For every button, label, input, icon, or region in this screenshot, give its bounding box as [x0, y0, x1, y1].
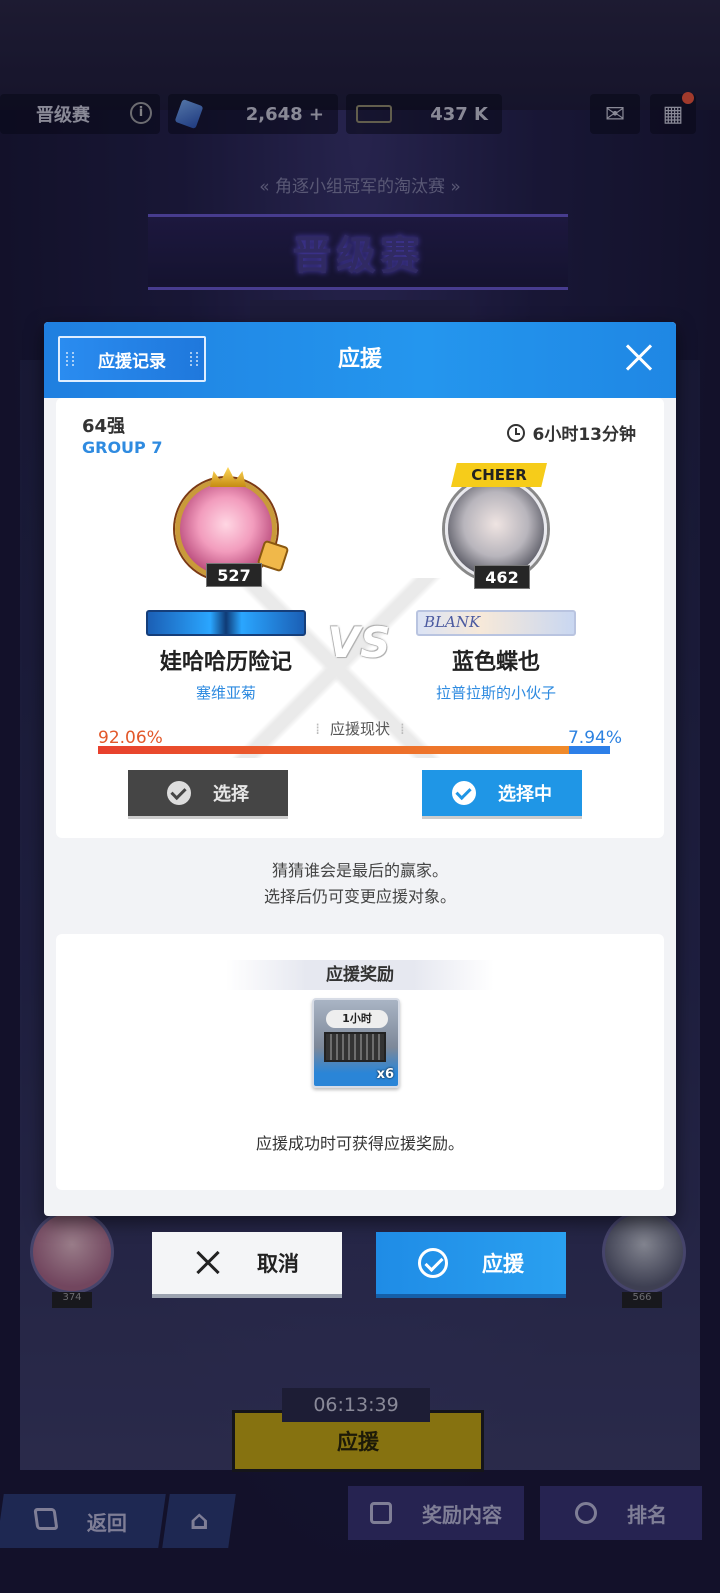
- select-right-button[interactable]: 选择中: [422, 770, 582, 816]
- cheer-confirm-button[interactable]: 应援: [376, 1232, 566, 1294]
- right-player-guild: 拉普拉斯的小伙子: [435, 684, 556, 702]
- check-icon: [452, 781, 476, 805]
- right-player-level-badge: 462: [474, 565, 530, 589]
- right-percent: 7.94%: [567, 728, 622, 748]
- cheer-tag: CHEER: [451, 463, 547, 487]
- modal-header: 应援 应援记录: [44, 322, 676, 398]
- alarm-clock-icon: [506, 423, 525, 442]
- left-player-name: 娃哈哈历险记: [159, 650, 292, 675]
- cheer-ratio-fill: [98, 746, 570, 754]
- right-player[interactable]: CHEER 462 BLANK 蓝色蝶也 拉普拉斯的小伙子: [386, 463, 606, 703]
- cancel-button[interactable]: 取消: [152, 1232, 342, 1294]
- left-player-portrait: 527: [175, 467, 290, 587]
- reward-quantity: x6: [376, 1067, 394, 1082]
- left-player-level-badge: 527: [206, 563, 262, 587]
- check-circle-icon: [418, 1248, 448, 1278]
- cheer-record-button[interactable]: 应援记录: [58, 336, 206, 382]
- group-label: GROUP 7: [82, 438, 163, 457]
- round-label: 64强: [82, 416, 126, 437]
- left-player-guild: 塞维亚菊: [195, 684, 256, 702]
- reward-card: 应援奖励 1小时 x6 应援成功时可获得应援奖励。: [56, 934, 664, 1190]
- reward-duration: 1小时: [326, 1010, 388, 1028]
- select-left-button[interactable]: 选择: [128, 770, 288, 816]
- time-remaining: 6小时13分钟: [506, 420, 636, 445]
- hint-text: 猜猜谁会是最后的赢家。 选择后仍可变更应援对象。: [263, 861, 456, 906]
- supply-case-icon: [324, 1032, 386, 1062]
- left-player[interactable]: 527 娃哈哈历险记 塞维亚菊: [116, 467, 336, 703]
- close-icon[interactable]: [618, 338, 658, 378]
- cheer-ratio-bar: [98, 746, 610, 754]
- check-icon: [167, 781, 191, 805]
- right-player-portrait: CHEER 462: [445, 463, 547, 589]
- reward-item-supply-case[interactable]: 1小时 x6: [312, 998, 400, 1088]
- cheer-modal: 应援 应援记录 64强 GROUP 7 6小时13分钟 527 娃哈哈历险记 塞…: [44, 322, 676, 1216]
- right-player-name: 蓝色蝶也: [451, 650, 540, 675]
- crown-icon: [210, 467, 246, 487]
- left-percent: 92.06%: [98, 728, 163, 748]
- reward-title: 应援奖励: [226, 960, 494, 990]
- vs-label: VS: [327, 618, 391, 667]
- left-player-nameplate: [146, 610, 306, 636]
- nameplate-text: BLANK: [424, 613, 481, 631]
- reward-note: 应援成功时可获得应援奖励。: [255, 1134, 464, 1153]
- match-card: 64强 GROUP 7 6小时13分钟 527 娃哈哈历险记 塞维亚菊 VS C…: [56, 398, 664, 838]
- right-player-nameplate: BLANK: [416, 610, 576, 636]
- close-icon: [195, 1250, 221, 1276]
